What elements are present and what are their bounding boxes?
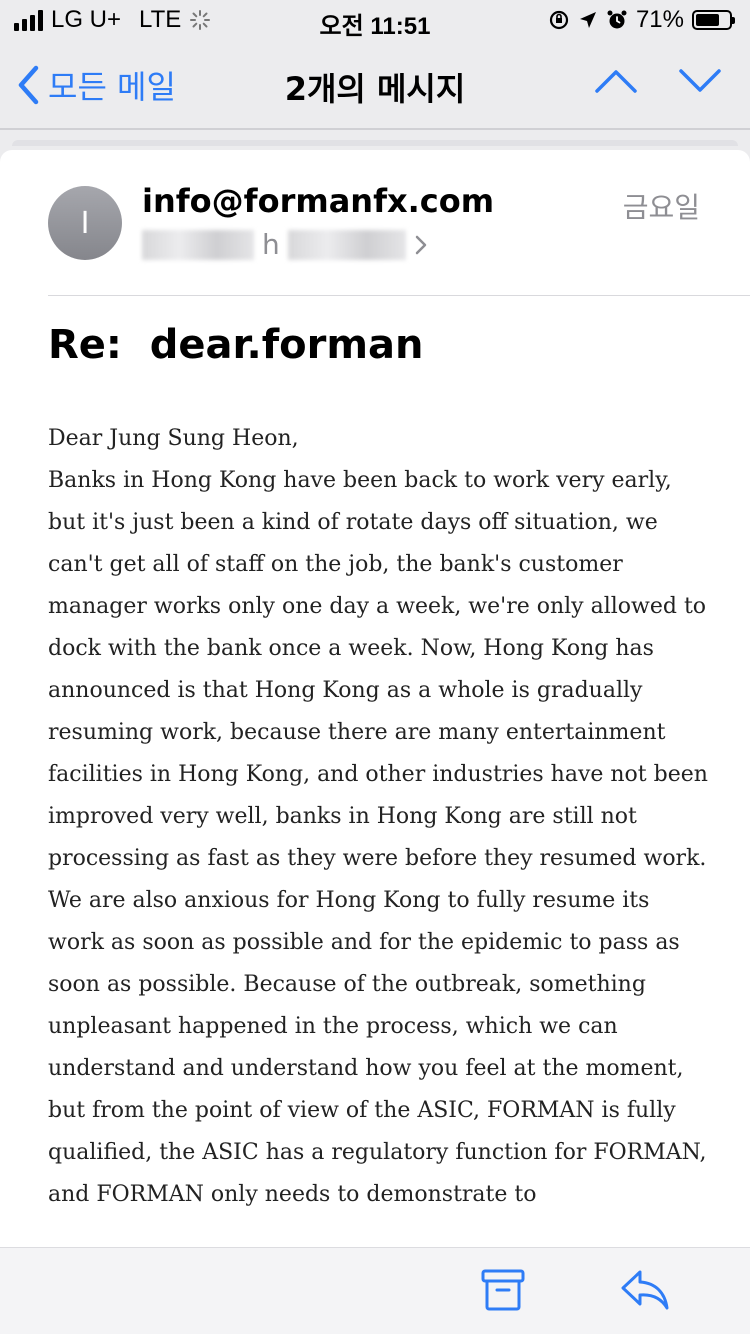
avatar[interactable]: I (48, 186, 122, 260)
chevron-down-icon[interactable] (678, 66, 722, 96)
redacted-recipient (142, 229, 254, 260)
bottom-toolbar (0, 1247, 750, 1334)
orientation-lock-icon (549, 10, 569, 30)
reply-arrow-icon (621, 1270, 669, 1310)
email-body: Dear Jung Sung Heon, Banks in Hong Kong … (48, 418, 708, 1216)
battery-percent: 71% (635, 6, 684, 33)
alarm-clock-icon (607, 10, 627, 29)
archive-button[interactable] (480, 1268, 526, 1316)
status-bar: LG U+ LTE 오전 11:51 71% (0, 0, 750, 42)
navigation-bar: 모든 메일 2개의 메시지 (0, 42, 750, 128)
recipient-row[interactable]: h (142, 228, 428, 261)
battery-icon (692, 10, 735, 30)
location-arrow-icon (579, 12, 596, 28)
recipient-visible-text: h (262, 228, 280, 261)
redacted-recipient (287, 229, 406, 260)
thread-stack-indicator (12, 140, 738, 146)
status-right: 71% (548, 6, 735, 34)
nav-divider (0, 128, 750, 130)
battery-fill (696, 14, 719, 26)
sender-address[interactable]: info@formanfx.com (142, 182, 494, 220)
email-subject: Re: dear.forman (48, 322, 424, 368)
email-paragraph: Banks in Hong Kong have been back to wor… (48, 468, 708, 871)
email-paragraph: We are also anxious for Hong Kong to ful… (48, 888, 707, 1207)
email-card: I info@formanfx.com 금요일 h Re: dear.forma… (0, 150, 750, 1248)
archive-box-icon (481, 1269, 525, 1311)
message-navigation (594, 66, 722, 96)
chevron-right-icon (415, 235, 426, 254)
reply-button[interactable] (620, 1268, 670, 1316)
header-divider (48, 295, 750, 296)
received-day: 금요일 (622, 191, 700, 224)
email-greeting: Dear Jung Sung Heon, (48, 426, 299, 451)
chevron-up-icon[interactable] (594, 66, 638, 96)
